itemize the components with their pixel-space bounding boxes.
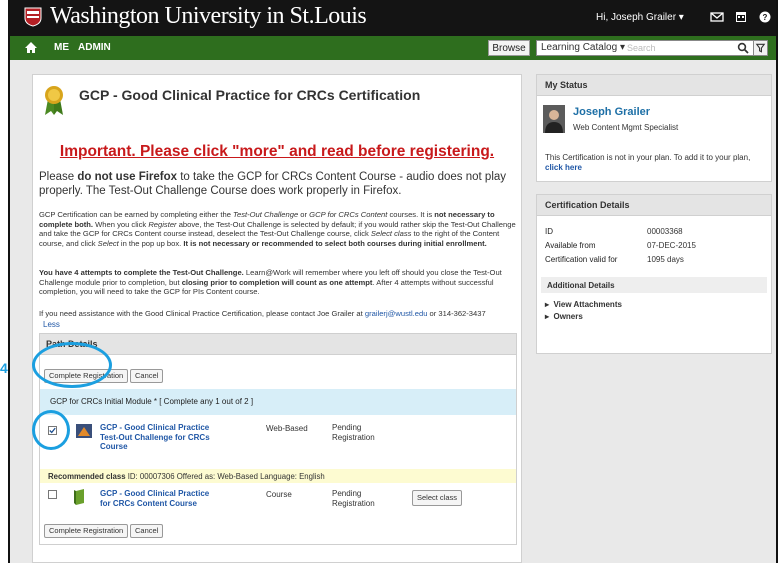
browse-button[interactable]: Browse [488,40,530,56]
my-status-panel: My Status Joseph Grailer Web Content Mgm… [536,74,772,182]
cancel-button-bottom[interactable]: Cancel [130,524,164,538]
annotation-step-number: 4 [0,360,8,376]
additional-details-title: Additional Details [547,281,615,290]
course-type: Web-Based [266,424,308,433]
course-type: Course [266,490,292,499]
click-here-link[interactable]: click here [545,163,582,172]
nav-me[interactable]: ME [54,42,69,53]
award-ribbon-icon [45,86,63,115]
certification-details-panel: Certification Details ID 00003368 Availa… [536,194,772,354]
user-name[interactable]: Joseph Grailer [573,106,650,118]
top-header: Washington University in St.Louis Hi, Jo… [10,0,776,36]
available-from-value: 07-DEC-2015 [647,241,696,250]
plan-text: This Certification is not in your plan. … [545,153,751,172]
browser-frame: Washington University in St.Louis Hi, Jo… [8,0,778,563]
my-status-title: My Status [545,80,588,90]
course-detail-panel: GCP - Good Clinical Practice for CRCs Ce… [32,74,522,563]
university-logo-text[interactable]: Washington University in St.Louis [50,3,367,30]
certification-info-paragraph: GCP Certification can be earned by compl… [39,210,516,249]
attempts-paragraph: You have 4 attempts to complete the Test… [39,268,502,297]
path-details-header: Path Details [40,334,516,355]
filter-icon [755,43,766,53]
search-icon[interactable] [737,42,749,54]
registration-status: Pending Registration [332,423,375,442]
shield-icon [24,7,42,27]
registration-status: Pending Registration [332,489,375,508]
nav-admin[interactable]: ADMIN [78,42,111,53]
module-label: GCP for CRCs Initial Module * [ Complete… [50,397,254,406]
available-from-label: Available from [545,241,596,250]
important-notice[interactable]: Important. Please click "more" and read … [33,143,521,161]
cert-details-header: Certification Details [537,195,771,216]
firefox-warning: Please do not use Firefox to take the GC… [39,171,507,197]
mail-icon[interactable] [710,11,724,23]
calendar-icon[interactable] [734,11,748,23]
valid-for-label: Certification valid for [545,255,618,264]
cert-details-title: Certification Details [545,200,630,210]
assistance-paragraph: If you need assistance with the Good Cli… [39,309,486,318]
owners-link[interactable]: ▸ Owners [545,312,583,321]
select-class-button[interactable]: Select class [412,490,463,506]
user-menu[interactable]: Hi, Joseph Grailer ▾ [596,12,684,23]
course-link-test-out[interactable]: GCP - Good Clinical Practice Test-Out Ch… [100,423,210,452]
annotation-ring-checkbox [32,410,70,450]
person-icon [543,105,565,133]
web-course-icon [76,424,92,438]
recommended-info: ID: 00007306 Offered as: Web-Based Langu… [125,472,325,481]
filter-button[interactable] [753,41,767,55]
svg-text:?: ? [763,13,768,22]
search-input[interactable] [627,42,737,54]
course-title: GCP - Good Clinical Practice for CRCs Ce… [79,87,421,103]
less-link[interactable]: Less [43,320,60,329]
recommended-class-row: Recommended class ID: 00007306 Offered a… [40,469,516,483]
recommended-label: Recommended class [48,472,126,481]
avatar [543,105,565,133]
main-nav: ME ADMIN Browse Learning Catalog ▾ [10,36,776,60]
contact-email-link[interactable]: grailerj@wustl.edu [365,309,428,318]
cancel-button[interactable]: Cancel [130,369,164,383]
complete-registration-button-bottom[interactable]: Complete Registration [44,524,129,538]
user-role: Web Content Mgmt Specialist [573,123,679,132]
help-icon[interactable]: ? [758,11,772,23]
my-status-header: My Status [537,75,771,96]
view-attachments-link[interactable]: ▸ View Attachments [545,300,622,309]
additional-details-header: Additional Details [541,277,767,293]
course-checkbox-content[interactable] [48,490,57,499]
course-link-content[interactable]: GCP - Good Clinical Practice for CRCs Co… [100,489,209,508]
annotation-ring-register [32,342,112,388]
book-icon [74,489,84,505]
search-bar: Learning Catalog ▾ [536,40,768,56]
id-value: 00003368 [647,227,683,236]
id-label: ID [545,227,553,236]
catalog-select[interactable]: Learning Catalog ▾ [541,42,625,53]
module-header: GCP for CRCs Initial Module * [ Complete… [40,389,516,415]
home-icon[interactable] [24,41,38,54]
valid-for-value: 1095 days [647,255,684,264]
